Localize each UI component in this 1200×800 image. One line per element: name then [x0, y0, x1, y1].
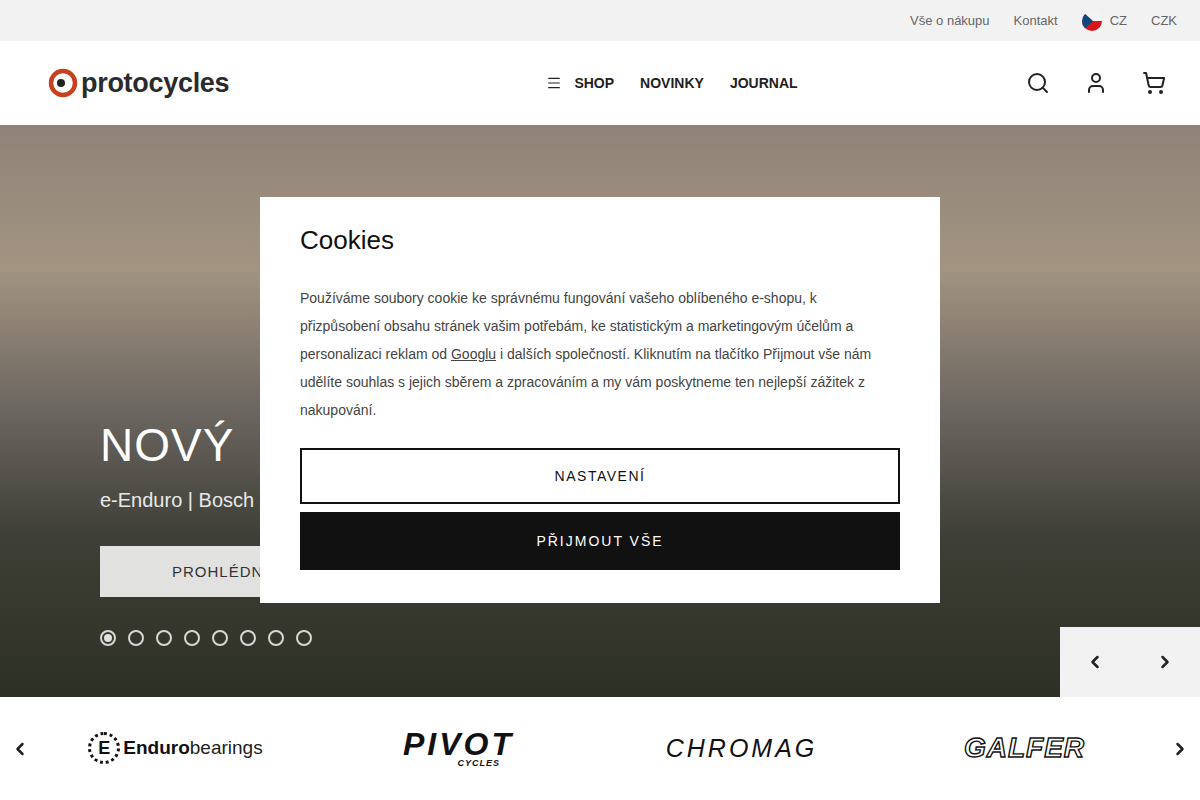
- nav-item[interactable]: NOVINKY: [640, 75, 704, 91]
- brand-logo[interactable]: CHROMAG: [600, 734, 883, 763]
- pivot-logo: PIVOTCYCLES: [403, 730, 514, 767]
- language: CZ: [1110, 13, 1127, 28]
- logo-text: protocycles: [81, 68, 229, 99]
- cookie-dialog: Cookies Používáme soubory cookie ke správ…: [260, 197, 940, 603]
- settings-button[interactable]: NASTAVENÍ: [300, 448, 900, 504]
- brand-logo[interactable]: GALFER: [883, 732, 1166, 764]
- slider-dot[interactable]: [156, 630, 172, 646]
- user-icon[interactable]: [1084, 71, 1108, 95]
- page: Vše o nákupu Kontakt CZ CZK protocycles SHOP N…: [0, 0, 1200, 800]
- brand-logo[interactable]: PIVOTCYCLES: [317, 730, 600, 767]
- brand-name: Enduro: [123, 737, 190, 759]
- slider-dot[interactable]: [296, 630, 312, 646]
- main-nav: SHOP NOVINKY JOURNAL: [546, 75, 797, 91]
- top-bar: Vše o nákupu Kontakt CZ CZK: [0, 0, 1200, 41]
- chevron-right-icon: [1170, 739, 1190, 759]
- google-link[interactable]: Googlu: [451, 346, 496, 362]
- slider-dots: [100, 630, 1200, 646]
- brand-track: EEndurobearings PIVOTCYCLES CHROMAG GALFER: [34, 730, 1166, 767]
- logo[interactable]: protocycles: [48, 68, 416, 99]
- top-link[interactable]: Vše o nákupu: [910, 13, 990, 28]
- accept-all-button[interactable]: PŘIJMOUT VŠE: [300, 512, 900, 570]
- protocycles-logo-icon: [48, 68, 78, 98]
- dialog-title: Cookies: [300, 225, 900, 256]
- slider-dot[interactable]: [268, 630, 284, 646]
- nav-item[interactable]: SHOP: [546, 75, 614, 91]
- cart-icon[interactable]: [1142, 71, 1166, 95]
- brand-suffix: CYCLES: [457, 759, 500, 767]
- dialog-buttons: NASTAVENÍ PŘIJMOUT VŠE: [300, 448, 900, 570]
- slider-dot[interactable]: [212, 630, 228, 646]
- brand-name: CHROMAG: [666, 734, 818, 763]
- chevron-left-icon: [1085, 652, 1105, 672]
- slider-dot[interactable]: [240, 630, 256, 646]
- top-link[interactable]: Kontakt: [1014, 13, 1058, 28]
- dialog-text: Používáme soubory cookie ke správnému fu…: [300, 284, 900, 424]
- slider-dot[interactable]: [128, 630, 144, 646]
- slider-dot[interactable]: [100, 630, 116, 646]
- prev-slide-button[interactable]: [1081, 648, 1109, 676]
- language-switch[interactable]: CZ: [1082, 11, 1127, 31]
- search-icon[interactable]: [1026, 71, 1050, 95]
- brands-prev-button[interactable]: [6, 735, 34, 763]
- nav-item[interactable]: JOURNAL: [730, 75, 798, 91]
- enduro-mark: E: [88, 732, 120, 764]
- chevron-left-icon: [10, 739, 30, 759]
- brand-suffix: bearings: [190, 737, 263, 759]
- header: protocycles SHOP NOVINKY JOURNAL: [0, 41, 1200, 125]
- brand-name: GALFER: [964, 732, 1085, 764]
- header-icons: [798, 71, 1166, 95]
- menu-icon: [546, 75, 562, 91]
- brand-logo[interactable]: EEndurobearings: [34, 732, 317, 764]
- brand-name: PIVOT: [403, 730, 514, 759]
- currency-switch[interactable]: CZK: [1151, 13, 1177, 28]
- next-slide-button[interactable]: [1151, 648, 1179, 676]
- slider-dot[interactable]: [184, 630, 200, 646]
- brand-strip: EEndurobearings PIVOTCYCLES CHROMAG GALFER: [0, 697, 1200, 800]
- czech-flag-icon: [1082, 11, 1102, 31]
- slider-arrows: [1060, 627, 1200, 697]
- chevron-right-icon: [1155, 652, 1175, 672]
- brands-next-button[interactable]: [1166, 735, 1194, 763]
